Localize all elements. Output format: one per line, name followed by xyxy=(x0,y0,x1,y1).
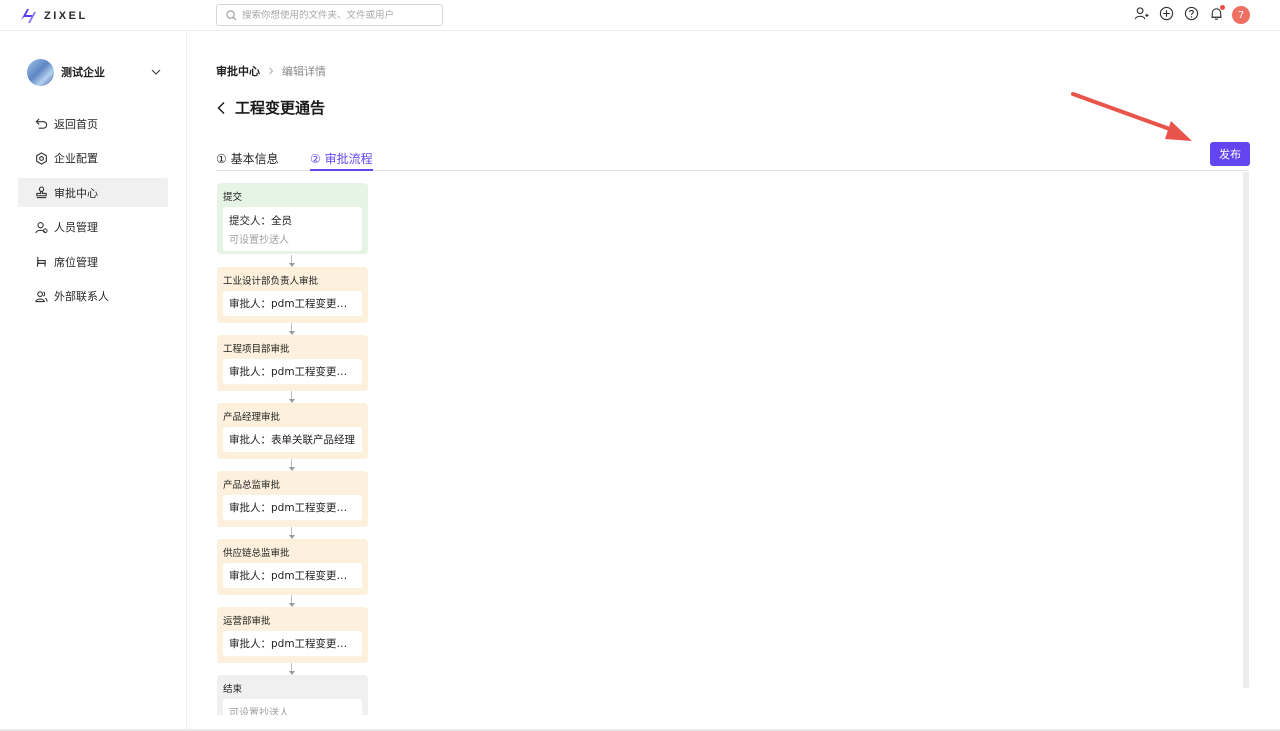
node-title: 工业设计部负责人审批 xyxy=(223,276,319,287)
plus-circle-icon[interactable] xyxy=(1159,6,1174,21)
node-assignee: 审批人：pdm工程变更流程 xyxy=(223,359,362,384)
search-icon xyxy=(226,9,237,20)
back-icon[interactable] xyxy=(216,101,228,115)
node-assignee: 审批人：pdm工程变更流程 xyxy=(223,563,362,588)
sidebar-item-config[interactable]: 企业配置 xyxy=(18,144,168,173)
chevron-down-icon[interactable] xyxy=(150,66,162,78)
node-title: 产品经理审批 xyxy=(223,412,281,423)
gear-icon xyxy=(36,151,47,165)
node-assignee: 审批人：pdm工程变更流程 xyxy=(223,291,362,316)
node-title: 运营部审批 xyxy=(223,616,271,627)
contacts-icon xyxy=(35,291,48,303)
zixel-logo[interactable]: ZIXEL xyxy=(18,5,88,26)
node-assignee: 审批人：pdm工程变更流程 xyxy=(223,495,362,520)
node-assignee: 审批人：pdm工程变更流程 xyxy=(223,631,362,656)
user-icon xyxy=(35,221,48,234)
node-body: 可设置抄送人 xyxy=(223,699,362,715)
node-assignee: 审批人：表单关联产品经理 xyxy=(223,427,362,452)
breadcrumb-current: 编辑详情 xyxy=(282,65,326,78)
node-title: 产品总监审批 xyxy=(223,480,281,491)
flow-node-approval[interactable]: 工程项目部审批 审批人：pdm工程变更流程 xyxy=(217,335,368,391)
page-title-text: 工程变更通告 xyxy=(235,99,326,117)
flow-node-approval[interactable]: 产品总监审批 审批人：pdm工程变更流程 xyxy=(217,471,368,527)
sidebar-nav: 返回首页 企业配置 审批中心 人员管理 席位管理 外部联系人 xyxy=(18,109,168,317)
chevron-right-icon xyxy=(269,67,274,75)
sidebar-item-seats[interactable]: 席位管理 xyxy=(18,247,168,276)
sidebar-item-label: 外部联系人 xyxy=(54,290,109,304)
tab-bar: ① 基本信息 ② 审批流程 xyxy=(216,148,1249,171)
flow-node-submit[interactable]: 提交 提交人：全员 可设置抄送人 xyxy=(217,183,368,254)
flow-node-end[interactable]: 结束 可设置抄送人 xyxy=(217,675,368,715)
search-box[interactable] xyxy=(216,4,443,26)
zixel-logo-icon xyxy=(21,8,36,23)
flow-node-approval[interactable]: 供应链总监审批 审批人：pdm工程变更流程 xyxy=(217,539,368,595)
sidebar-item-label: 席位管理 xyxy=(54,255,98,269)
node-cc: 可设置抄送人 xyxy=(229,235,289,246)
node-body: 提交人：全员 可设置抄送人 xyxy=(223,207,362,251)
flow-node-approval[interactable]: 运营部审批 审批人：pdm工程变更流程 xyxy=(217,607,368,663)
sidebar-item-users[interactable]: 人员管理 xyxy=(18,213,168,242)
org-avatar xyxy=(27,58,54,86)
annotation-arrow-icon xyxy=(1071,92,1192,141)
node-title: 结束 xyxy=(223,684,243,695)
stamp-icon xyxy=(36,186,47,199)
node-title: 提交 xyxy=(223,192,243,203)
brand-name: ZIXEL xyxy=(44,9,88,22)
node-assignee: 提交人：全员 xyxy=(229,215,292,227)
org-name: 测试企业 xyxy=(61,66,105,79)
breadcrumb-parent[interactable]: 审批中心 xyxy=(216,63,260,79)
return-icon xyxy=(35,118,48,129)
tab-basic-info[interactable]: ① 基本信息 xyxy=(216,148,279,171)
sidebar-item-label: 返回首页 xyxy=(54,117,98,131)
node-cc: 可设置抄送人 xyxy=(229,708,289,715)
notification-dot xyxy=(1220,5,1225,10)
node-title: 工程项目部审批 xyxy=(223,344,290,355)
sidebar-item-home[interactable]: 返回首页 xyxy=(18,109,168,138)
user-avatar[interactable]: 7 xyxy=(1232,6,1250,24)
scrollbar[interactable] xyxy=(1243,172,1249,688)
page-title: 工程变更通告 xyxy=(216,97,325,118)
flow-node-approval[interactable]: 产品经理审批 审批人：表单关联产品经理 xyxy=(217,403,368,459)
tab-approval-flow[interactable]: ② 审批流程 xyxy=(310,148,373,171)
sidebar-item-label: 企业配置 xyxy=(54,152,98,166)
sidebar-item-approval[interactable]: 审批中心 xyxy=(18,178,168,208)
publish-button[interactable]: 发布 xyxy=(1210,142,1250,166)
flow-node-approval[interactable]: 工业设计部负责人审批 审批人：pdm工程变更流程 xyxy=(217,267,368,323)
add-user-icon[interactable] xyxy=(1134,6,1149,21)
top-bar: ZIXEL 7 xyxy=(0,0,1280,31)
seat-icon xyxy=(36,257,46,268)
search-input[interactable] xyxy=(242,9,432,21)
sidebar: 测试企业 返回首页 企业配置 审批中心 人员管理 席位管理 外部联系人 xyxy=(0,31,187,731)
sidebar-item-label: 人员管理 xyxy=(54,221,98,235)
approval-flow: 提交 提交人：全员 可设置抄送人 工业设计部负责人审批 审批人：pdm工程变更流… xyxy=(217,183,369,715)
sidebar-item-contacts[interactable]: 外部联系人 xyxy=(18,282,168,311)
org-switcher[interactable]: 测试企业 xyxy=(27,58,162,86)
node-title: 供应链总监审批 xyxy=(223,548,290,559)
toolbar-icons xyxy=(1134,5,1225,21)
bell-icon[interactable] xyxy=(1209,5,1225,21)
breadcrumb: 审批中心 编辑详情 xyxy=(216,63,326,79)
sidebar-item-label: 审批中心 xyxy=(54,186,98,200)
help-icon[interactable] xyxy=(1184,6,1199,21)
